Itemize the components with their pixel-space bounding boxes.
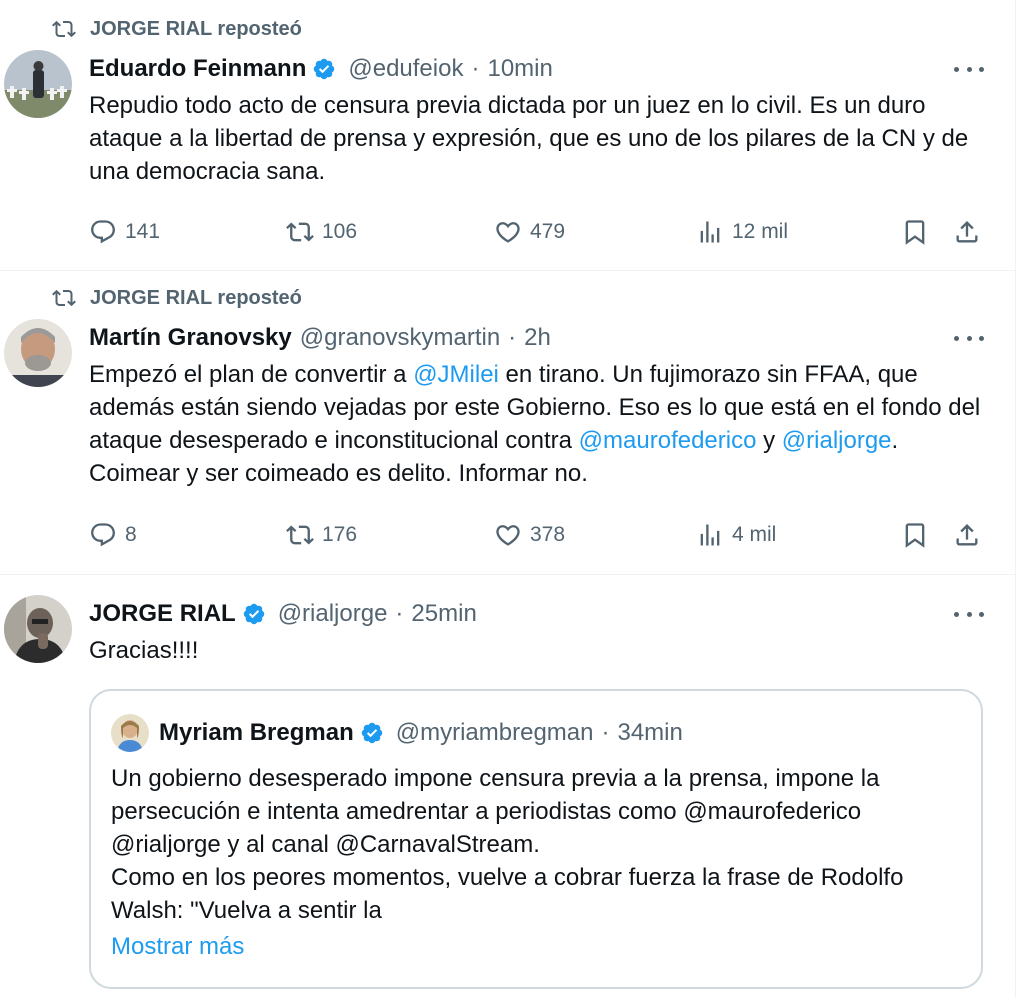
more-options-icon[interactable] bbox=[954, 328, 984, 348]
repost-button[interactable]: 176 bbox=[286, 518, 357, 552]
separator: · bbox=[508, 324, 517, 351]
repost-button[interactable]: 106 bbox=[286, 215, 357, 249]
reply-icon bbox=[91, 523, 115, 547]
author-name[interactable]: Eduardo Feinmann bbox=[89, 55, 306, 83]
repost-count: 106 bbox=[322, 220, 358, 243]
more-options-icon[interactable] bbox=[954, 604, 984, 624]
like-icon bbox=[496, 525, 520, 546]
timestamp[interactable]: 25min bbox=[411, 600, 476, 628]
views-icon bbox=[700, 221, 720, 243]
tweet-1[interactable]: JORGE RIAL reposteó Eduardo Feinmann @ed… bbox=[0, 0, 1016, 270]
avatar[interactable] bbox=[4, 595, 72, 663]
quoted-tweet[interactable]: Myriam Bregman @myriambregman · 34min Un… bbox=[89, 689, 983, 989]
separator: · bbox=[471, 55, 480, 82]
like-count: 378 bbox=[530, 523, 566, 546]
tweet-text: Gracias!!!! bbox=[89, 637, 199, 664]
like-button[interactable]: 378 bbox=[494, 518, 565, 552]
text-segment: Empezó el plan de convertir a bbox=[89, 361, 414, 388]
repost-icon bbox=[52, 20, 76, 38]
verified-badge-icon bbox=[361, 722, 382, 744]
avatar[interactable] bbox=[111, 714, 149, 752]
like-count: 479 bbox=[530, 220, 566, 243]
avatar[interactable] bbox=[4, 319, 72, 387]
tweet-header: JORGE RIAL @rialjorge · 25min bbox=[89, 597, 477, 631]
repost-icon bbox=[286, 222, 314, 242]
separator: · bbox=[395, 600, 404, 627]
bookmark-icon bbox=[905, 523, 925, 548]
reply-button[interactable]: 8 bbox=[89, 518, 137, 552]
views-count: 12 mil bbox=[732, 220, 789, 243]
like-button[interactable]: 479 bbox=[494, 215, 565, 249]
avatar[interactable] bbox=[4, 50, 72, 118]
mention-link[interactable]: @maurofederico bbox=[579, 427, 757, 454]
timestamp[interactable]: 10min bbox=[487, 55, 552, 83]
tweet-text: Repudio todo acto de censura previa dict… bbox=[89, 92, 969, 185]
author-handle[interactable]: @myriambregman bbox=[396, 719, 594, 747]
author-handle[interactable]: @rialjorge bbox=[278, 600, 388, 628]
repost-indicator[interactable]: JORGE RIAL reposteó bbox=[52, 283, 302, 313]
views-count: 4 mil bbox=[732, 523, 777, 546]
views-button[interactable]: 12 mil bbox=[696, 215, 788, 249]
timestamp[interactable]: 34min bbox=[617, 719, 682, 747]
reply-count: 8 bbox=[125, 523, 137, 546]
share-button[interactable] bbox=[953, 215, 989, 249]
views-icon bbox=[700, 524, 720, 546]
action-bar: 141 106 479 12 mil bbox=[89, 215, 989, 249]
repost-icon bbox=[52, 289, 76, 307]
tweet-header: Eduardo Feinmann @edufeiok · 10min bbox=[89, 52, 553, 86]
repost-icon bbox=[286, 525, 314, 545]
share-icon bbox=[956, 221, 978, 243]
timeline-border bbox=[1015, 0, 1016, 998]
separator: · bbox=[601, 719, 610, 746]
quote-header: Myriam Bregman @myriambregman · 34min bbox=[159, 717, 683, 749]
tweet-text: Empezó el plan de convertir a @JMilei en… bbox=[89, 358, 989, 490]
verified-badge-icon bbox=[243, 603, 264, 625]
reply-count: 141 bbox=[125, 220, 161, 243]
show-more-link[interactable]: Mostrar más bbox=[111, 933, 244, 961]
bookmark-button[interactable] bbox=[901, 215, 937, 249]
verified-badge-icon bbox=[314, 58, 335, 80]
author-name[interactable]: Martín Granovsky bbox=[89, 324, 292, 352]
reply-icon bbox=[91, 220, 115, 244]
author-name[interactable]: Myriam Bregman bbox=[159, 719, 354, 747]
quote-text: Un gobierno desesperado impone censura p… bbox=[111, 762, 971, 927]
action-bar: 8 176 378 4 mil bbox=[89, 518, 989, 552]
quote-paragraph: Como en los peores momentos, vuelve a co… bbox=[111, 864, 904, 924]
share-icon bbox=[956, 524, 978, 546]
mention-link[interactable]: @JMilei bbox=[413, 361, 499, 388]
author-handle[interactable]: @edufeiok bbox=[348, 55, 463, 83]
bookmark-icon bbox=[905, 220, 925, 245]
timestamp[interactable]: 2h bbox=[524, 324, 551, 352]
text-segment: y bbox=[756, 427, 782, 454]
repost-count: 176 bbox=[322, 523, 358, 546]
views-button[interactable]: 4 mil bbox=[696, 518, 776, 552]
repost-indicator[interactable]: JORGE RIAL reposteó bbox=[52, 14, 302, 44]
tweet-header: Martín Granovsky @granovskymartin · 2h bbox=[89, 321, 551, 355]
quote-paragraph: Un gobierno desesperado impone censura p… bbox=[111, 765, 880, 858]
share-button[interactable] bbox=[953, 518, 989, 552]
author-name[interactable]: JORGE RIAL bbox=[89, 600, 236, 628]
repost-label: JORGE RIAL reposteó bbox=[90, 17, 302, 40]
tweet-2[interactable]: JORGE RIAL reposteó Martín Granovsky @gr… bbox=[0, 271, 1016, 573]
mention-link[interactable]: @rialjorge bbox=[782, 427, 892, 454]
repost-label: JORGE RIAL reposteó bbox=[90, 286, 302, 309]
author-handle[interactable]: @granovskymartin bbox=[300, 324, 500, 352]
more-options-icon[interactable] bbox=[954, 59, 984, 79]
like-icon bbox=[496, 222, 520, 243]
reply-button[interactable]: 141 bbox=[89, 215, 160, 249]
bookmark-button[interactable] bbox=[901, 518, 937, 552]
